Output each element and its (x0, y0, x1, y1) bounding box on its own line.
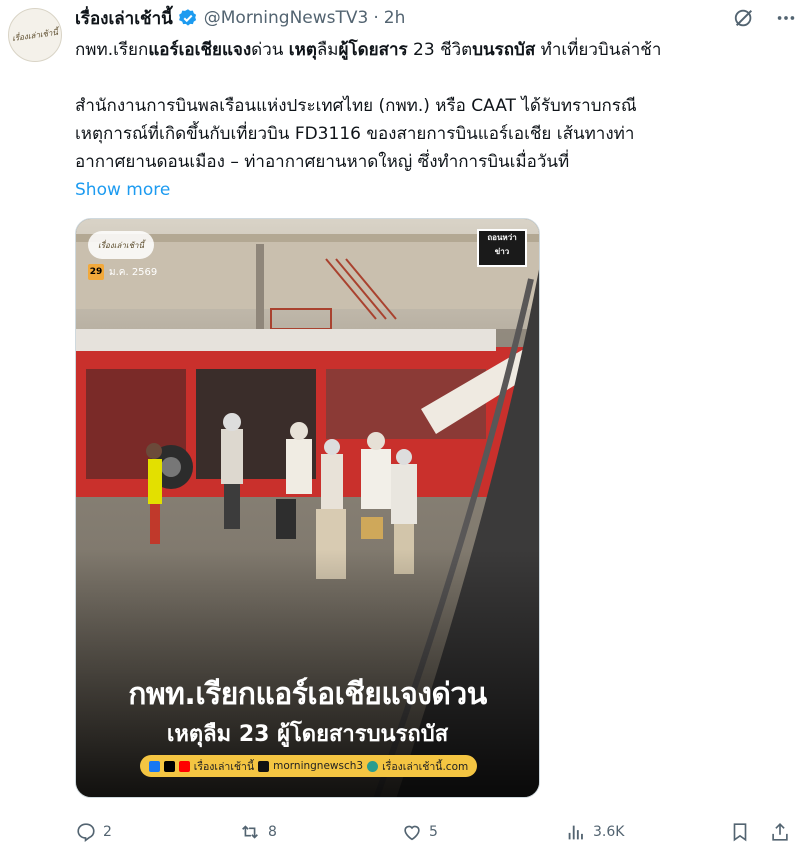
bookmark-icon (733, 823, 747, 842)
tweet-image[interactable]: เรื่องเล่าเช้านี้ ถอนหว่า ข่าว 29 ม.ค. 25… (75, 218, 540, 798)
view-count: 3.6K (593, 824, 625, 840)
show-more-link[interactable]: Show more (75, 176, 795, 204)
reply-button[interactable]: 2 (75, 821, 112, 843)
reply-count: 2 (103, 824, 112, 840)
views-button[interactable]: 3.6K (565, 821, 624, 843)
tweet-body-line-3: อากาศยานดอนเมือง – ท่าอากาศยานหาดใหญ่ ซึ… (75, 152, 570, 172)
tweet-header: เรื่องเล่าเช้านี้ @MorningNewsTV3 · 2h (75, 6, 405, 30)
heart-icon (404, 825, 420, 841)
news-badge: ถอนหว่า ข่าว (477, 229, 527, 267)
repost-icon (242, 825, 258, 839)
image-headline-1: กพท.เรียกแอร์เอเชียแจงด่วน (128, 677, 487, 712)
youtube-icon (178, 760, 190, 772)
share-button[interactable] (769, 821, 791, 843)
more-options-icon[interactable] (774, 6, 798, 30)
tweet-text: กพท.เรียกแอร์เอเชียแจงด่วน เหตุลืมผู้โดย… (75, 36, 795, 204)
bookmark-button[interactable] (729, 821, 751, 843)
like-button[interactable]: 5 (401, 821, 438, 843)
avatar-logo: เรื่องเล่าเช้านี้ (11, 27, 59, 43)
facebook-icon (148, 760, 160, 772)
avatar[interactable]: เรื่องเล่าเช้านี้ (8, 8, 62, 62)
web-icon (367, 760, 379, 772)
repost-button[interactable]: 8 (238, 821, 277, 843)
tweet-body-line-1: สำนักงานการบินพลเรือนแห่งประเทศไทย (กพท.… (75, 96, 637, 116)
social-handles-bar: เรื่องเล่าเช้านี้ morningnewsch3 เรื่องเ… (140, 755, 477, 777)
like-count: 5 (429, 824, 438, 840)
tiktok-icon (258, 760, 270, 772)
share-icon (772, 823, 788, 841)
tweet-body-line-2: เหตุการณ์ที่เกิดขึ้นกับเที่ยวบิน FD3116 … (75, 124, 635, 144)
grok-icon[interactable] (732, 6, 756, 30)
top-right-actions (732, 6, 798, 30)
verified-badge-icon (178, 8, 198, 28)
timestamp[interactable]: 2h (384, 8, 406, 28)
x-icon (163, 760, 175, 772)
repost-count: 8 (268, 824, 277, 840)
news-logo: เรื่องเล่าเช้านี้ (88, 231, 154, 259)
author-handle[interactable]: @MorningNewsTV3 (204, 8, 369, 28)
date-label: 29 ม.ค. 2569 (88, 264, 157, 280)
separator-dot: · (373, 8, 379, 28)
views-chart-icon (568, 825, 583, 840)
author-name[interactable]: เรื่องเล่าเช้านี้ (75, 5, 173, 32)
reply-icon (77, 823, 95, 843)
tweet-actions: 2 8 5 3.6K (75, 818, 795, 846)
calendar-icon: 29 (88, 264, 104, 280)
tweet-headline: กพท.เรียกแอร์เอเชียแจงด่วน เหตุลืมผู้โดย… (75, 40, 662, 60)
image-headline-2: เหตุลืม 23 ผู้โดยสารบนรถบัส (166, 722, 449, 747)
